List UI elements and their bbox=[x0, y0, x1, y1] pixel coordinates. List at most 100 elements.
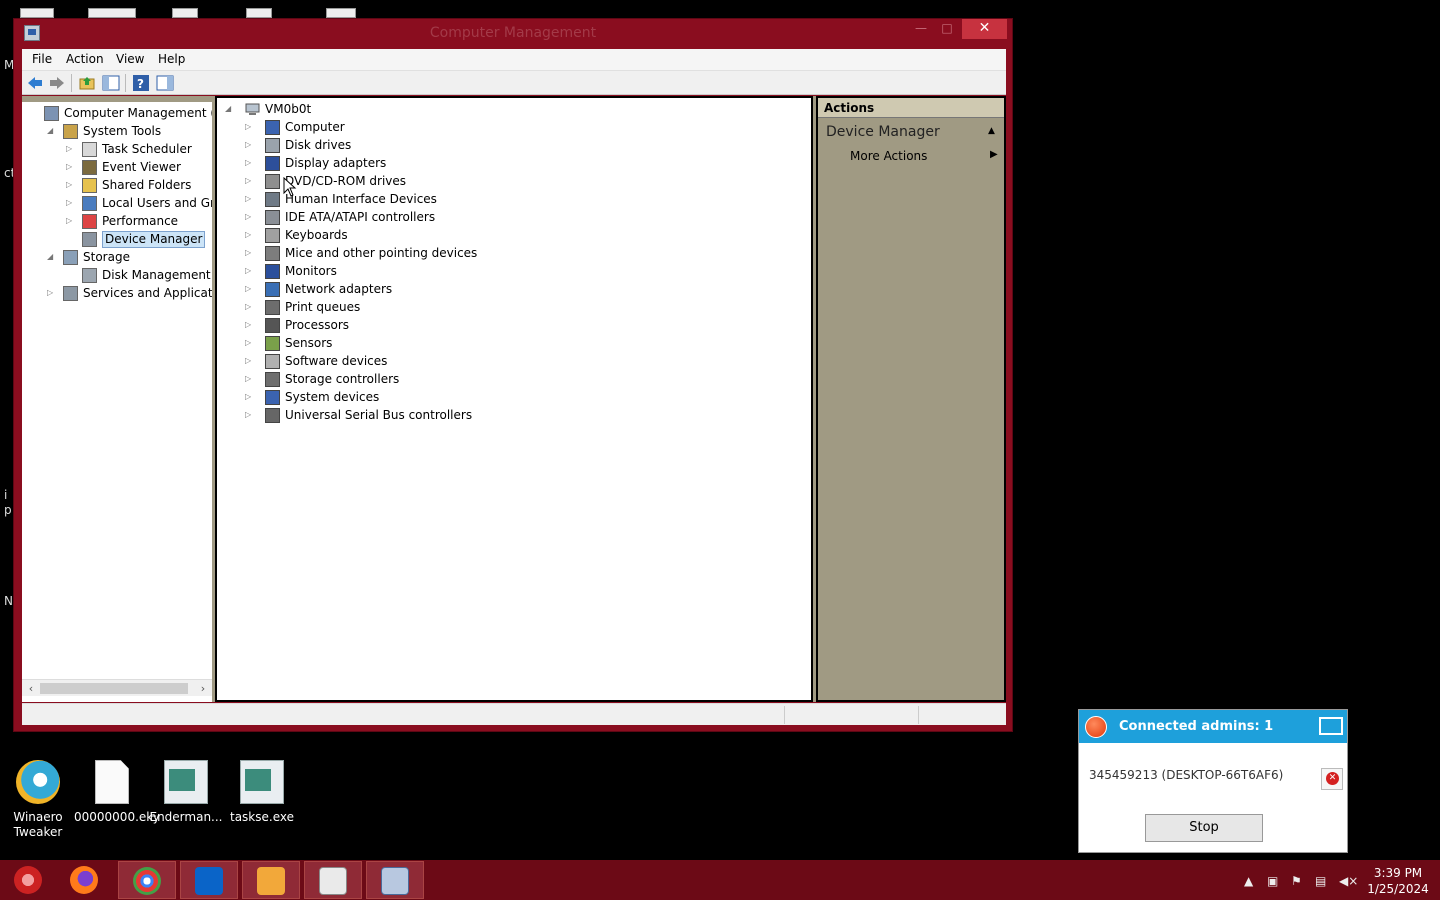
device-category-row[interactable]: ▷ Storage controllers bbox=[225, 370, 785, 388]
stop-button[interactable]: Stop bbox=[1145, 814, 1263, 842]
scroll-right-icon[interactable]: › bbox=[196, 680, 210, 697]
tree-item[interactable]: ▷ Shared Folders bbox=[22, 176, 212, 194]
device-category-row[interactable]: ▷ Network adapters bbox=[225, 280, 785, 298]
device-category-row[interactable]: ▷ IDE ATA/ATAPI controllers bbox=[225, 208, 785, 226]
actions-section-device-manager[interactable]: Device Manager bbox=[826, 124, 940, 140]
tree-expander-icon[interactable]: ◢ bbox=[47, 248, 57, 266]
device-category-row[interactable]: ▷ Computer bbox=[225, 118, 785, 136]
back-arrow-icon[interactable] bbox=[26, 74, 44, 92]
tree-expander-icon[interactable]: ▷ bbox=[66, 140, 76, 158]
device-category-row[interactable]: ▷ DVD/CD-ROM drives bbox=[225, 172, 785, 190]
tree-expander-icon[interactable]: ▷ bbox=[66, 212, 76, 230]
device-category-row[interactable]: ▷ Human Interface Devices bbox=[225, 190, 785, 208]
expand-icon[interactable]: ▷ bbox=[245, 262, 255, 280]
tree-expander-icon[interactable]: ▷ bbox=[66, 158, 76, 176]
tree-item[interactable]: ▷ Local Users and Groups bbox=[22, 194, 212, 212]
up-folder-icon[interactable] bbox=[78, 74, 96, 92]
collapse-icon[interactable]: ◢ bbox=[225, 100, 235, 118]
more-actions-item[interactable]: More Actions bbox=[850, 149, 927, 163]
desktop-icon-winaero-tweaker[interactable]: Winaero Tweaker bbox=[0, 760, 76, 840]
menu-file[interactable]: File bbox=[32, 52, 52, 66]
tree-item[interactable]: ◢ System Tools bbox=[22, 122, 212, 140]
tree-item[interactable]: Device Manager bbox=[22, 230, 212, 248]
desktop-icon-taskse[interactable]: taskse.exe bbox=[224, 760, 300, 824]
expand-icon[interactable]: ▷ bbox=[245, 352, 255, 370]
horizontal-scrollbar[interactable]: ‹ › bbox=[22, 679, 212, 696]
minimize-button[interactable]: — bbox=[908, 19, 934, 39]
forward-arrow-icon[interactable] bbox=[48, 74, 66, 92]
desktop-icon-enderman[interactable]: Enderman... bbox=[148, 760, 224, 824]
device-category-row[interactable]: ▷ Disk drives bbox=[225, 136, 785, 154]
taskbar-app[interactable] bbox=[242, 861, 300, 899]
menu-view[interactable]: View bbox=[116, 52, 144, 66]
tree-expander-icon[interactable]: ▷ bbox=[66, 194, 76, 212]
scroll-left-icon[interactable]: ‹ bbox=[24, 680, 38, 697]
tray-flag-icon[interactable]: ⚑ bbox=[1291, 874, 1302, 888]
device-category-row[interactable]: ▷ Software devices bbox=[225, 352, 785, 370]
expand-icon[interactable]: ▷ bbox=[245, 172, 255, 190]
expand-icon[interactable]: ▷ bbox=[245, 334, 255, 352]
title-bar[interactable]: Computer Management — □ ✕ bbox=[14, 19, 1012, 49]
show-hide-action-pane-icon[interactable] bbox=[156, 74, 174, 92]
tree-item-label: Storage bbox=[83, 250, 130, 264]
expand-icon[interactable]: ▷ bbox=[245, 208, 255, 226]
clock-time[interactable]: 3:39 PM bbox=[1360, 866, 1436, 880]
tray-overflow-icon[interactable]: ▲ bbox=[1244, 874, 1253, 888]
taskbar-app[interactable] bbox=[0, 861, 58, 899]
device-category-row[interactable]: ▷ Print queues bbox=[225, 298, 785, 316]
device-category-row[interactable]: ▷ Sensors bbox=[225, 334, 785, 352]
scrollbar-thumb[interactable] bbox=[40, 683, 188, 694]
expand-icon[interactable]: ▷ bbox=[245, 136, 255, 154]
tree-expander-icon[interactable]: ▷ bbox=[47, 284, 57, 302]
expand-icon[interactable]: ▷ bbox=[245, 226, 255, 244]
tree-item[interactable]: Disk Management bbox=[22, 266, 212, 284]
taskbar-app[interactable] bbox=[56, 861, 114, 899]
tree-item[interactable]: ▷ Performance bbox=[22, 212, 212, 230]
expand-icon[interactable]: ▷ bbox=[245, 190, 255, 208]
expand-icon[interactable]: ▷ bbox=[245, 244, 255, 262]
taskbar-app[interactable] bbox=[118, 861, 176, 899]
tray-volume-icon[interactable]: ◀× bbox=[1339, 874, 1358, 888]
tree-item[interactable]: Computer Management (Local bbox=[22, 104, 212, 122]
tray-network-icon[interactable]: ▤ bbox=[1315, 874, 1326, 888]
tree-expander-icon[interactable]: ◢ bbox=[47, 122, 57, 140]
clock-icon bbox=[82, 142, 97, 157]
tree-item[interactable]: ▷ Event Viewer bbox=[22, 158, 212, 176]
expand-icon[interactable]: ▷ bbox=[245, 298, 255, 316]
maximize-button[interactable]: □ bbox=[934, 19, 960, 39]
tree-item[interactable]: ◢ Storage bbox=[22, 248, 212, 266]
menu-help[interactable]: Help bbox=[158, 52, 185, 66]
device-category-row[interactable]: ▷ Processors bbox=[225, 316, 785, 334]
screen-share-icon[interactable] bbox=[1319, 717, 1343, 735]
close-button[interactable]: ✕ bbox=[962, 19, 1007, 39]
desktop-icon-eky-file[interactable]: 00000000.eky bbox=[74, 760, 160, 824]
clock-date[interactable]: 1/25/2024 bbox=[1360, 882, 1436, 896]
expand-icon[interactable]: ▷ bbox=[245, 280, 255, 298]
device-category-row[interactable]: ▷ System devices bbox=[225, 388, 785, 406]
collapse-up-icon[interactable]: ▲ bbox=[988, 126, 995, 136]
popup-title: Connected admins: 1 bbox=[1119, 719, 1274, 734]
device-category-row[interactable]: ▷ Mice and other pointing devices bbox=[225, 244, 785, 262]
tray-device-icon[interactable]: ▣ bbox=[1267, 874, 1278, 888]
disconnect-admin-button[interactable] bbox=[1321, 768, 1343, 790]
device-category-row[interactable]: ▷ Display adapters bbox=[225, 154, 785, 172]
taskbar-app[interactable] bbox=[366, 861, 424, 899]
expand-icon[interactable]: ▷ bbox=[245, 370, 255, 388]
device-category-row[interactable]: ▷ Monitors bbox=[225, 262, 785, 280]
tree-item[interactable]: ▷ Task Scheduler bbox=[22, 140, 212, 158]
expand-icon[interactable]: ▷ bbox=[245, 316, 255, 334]
tree-item[interactable]: ▷ Services and Applications bbox=[22, 284, 212, 302]
taskbar-app[interactable] bbox=[180, 861, 238, 899]
expand-icon[interactable]: ▷ bbox=[245, 118, 255, 136]
device-category-row[interactable]: ▷ Keyboards bbox=[225, 226, 785, 244]
expand-icon[interactable]: ▷ bbox=[245, 154, 255, 172]
taskbar-app[interactable] bbox=[304, 861, 362, 899]
show-hide-tree-icon[interactable] bbox=[102, 74, 120, 92]
help-icon[interactable]: ? bbox=[132, 74, 150, 92]
tree-expander-icon[interactable]: ▷ bbox=[66, 176, 76, 194]
expand-icon[interactable]: ▷ bbox=[245, 388, 255, 406]
menu-action[interactable]: Action bbox=[66, 52, 104, 66]
submenu-arrow-icon[interactable]: ▶ bbox=[990, 149, 998, 160]
expand-icon[interactable]: ▷ bbox=[245, 406, 255, 424]
device-category-row[interactable]: ▷ Universal Serial Bus controllers bbox=[225, 406, 785, 424]
